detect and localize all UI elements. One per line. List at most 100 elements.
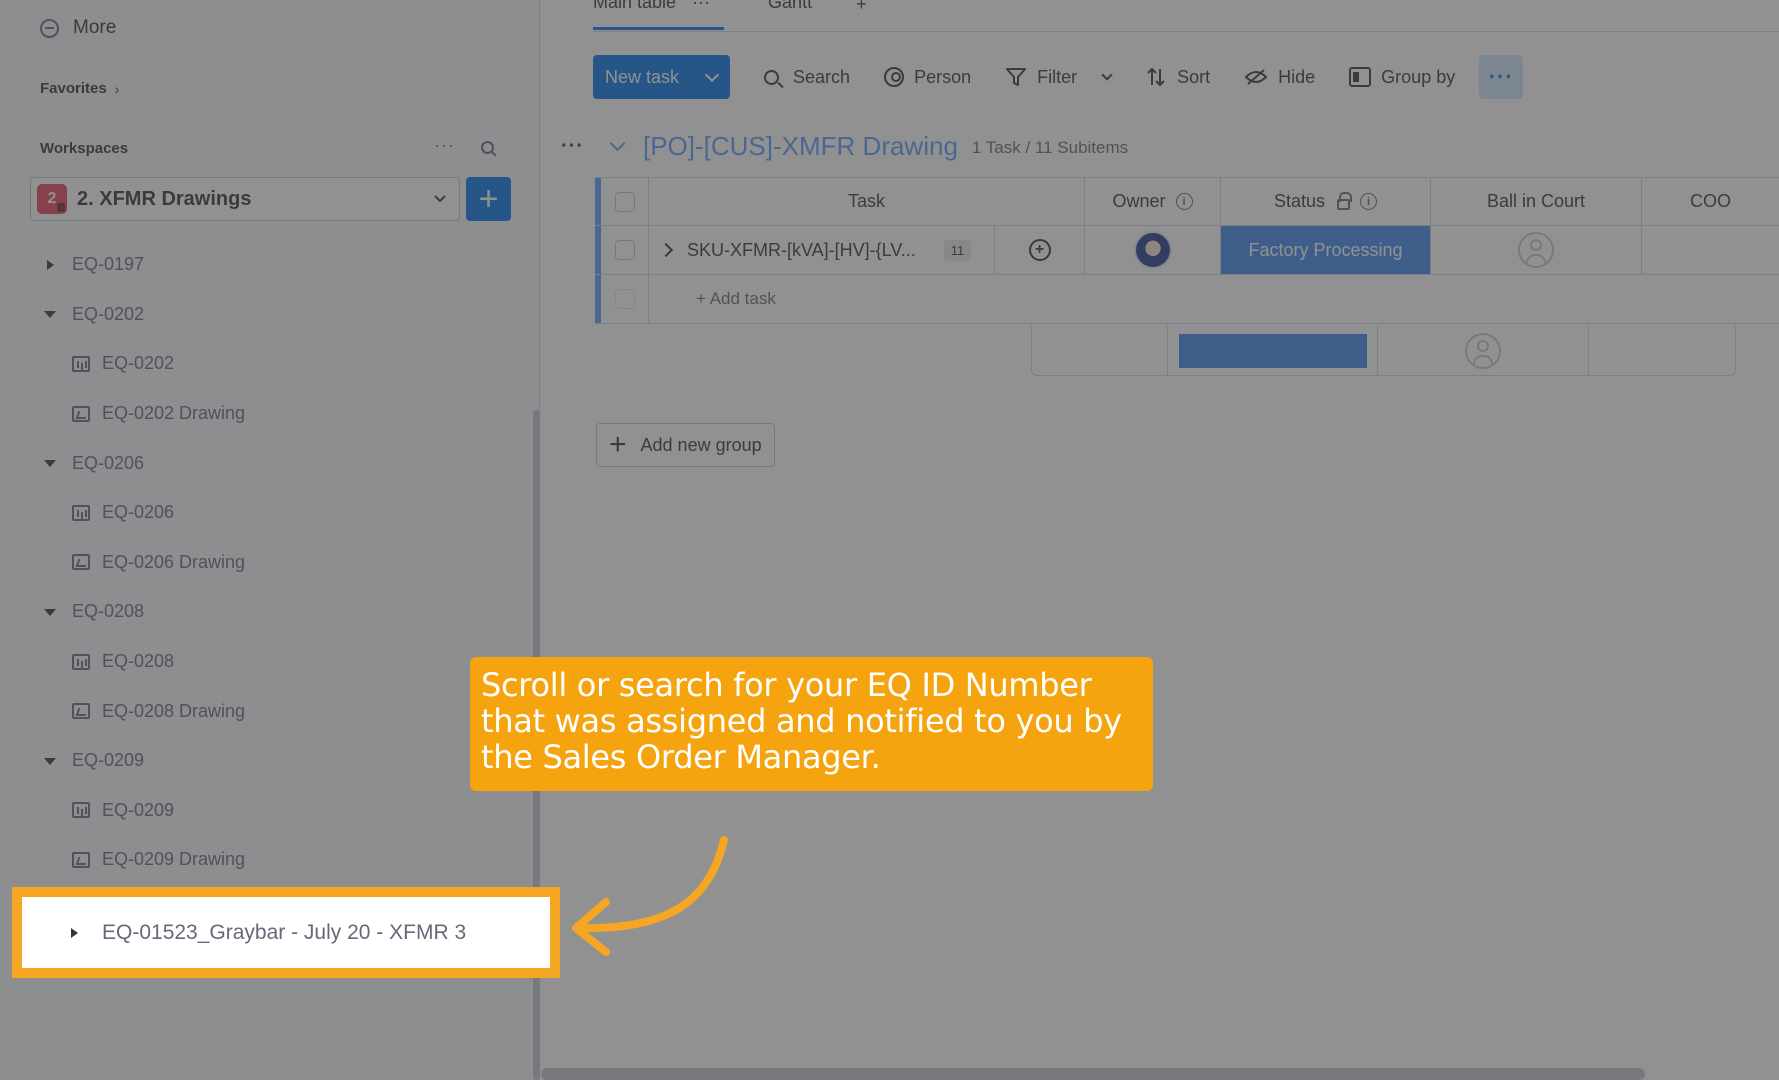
add-task-checkbox [614,289,635,309]
tree-item-label: EQ-0208 Drawing [102,700,246,721]
workspace-options-icon[interactable]: ··· [434,135,455,156]
expand-subitems-icon[interactable] [658,242,674,258]
tree-doc[interactable]: EQ-0209 Drawing [0,835,535,885]
highlighted-tree-item-label: EQ-01523_Graybar - July 20 - XFMR 3 [102,920,467,944]
tree-doc[interactable]: EQ-0206 Drawing [0,538,535,588]
filter-button[interactable]: Filter [1005,66,1113,88]
sidebar-more[interactable]: More [40,14,116,42]
caret-down-icon[interactable] [44,457,56,469]
chevron-down-icon[interactable] [1101,69,1113,81]
add-update-icon: + [1028,239,1051,261]
add-view-button[interactable]: + [856,0,867,30]
column-header-task[interactable]: Task [649,178,1085,225]
tree-item-label: EQ-0208 [72,601,145,622]
favorites-section[interactable]: Favorites › [40,80,119,97]
sort-button[interactable]: Sort [1145,66,1210,88]
tab-main-table[interactable]: Main table ··· [593,0,725,30]
chevron-right-icon: › [114,80,120,97]
new-task-button[interactable]: New task [593,55,731,99]
doc-icon [72,554,90,571]
tab-main-table-label: Main table [593,0,677,12]
subitems-count-badge[interactable]: 11 [943,239,972,261]
task-name[interactable]: SKU-XFMR-[kVA]-[HV]-{LV... [687,240,916,261]
new-task-label: New task [593,55,695,99]
more-options-button[interactable]: ··· [1479,55,1524,99]
avatar[interactable] [1133,231,1172,269]
plus-icon: + [856,0,867,14]
callout-line-1: Scroll or search for your EQ ID Number [481,666,1092,704]
tab-menu-icon[interactable]: ··· [692,0,710,13]
group-title[interactable]: [PO]-[CUS]-XMFR Drawing [643,131,958,162]
ball-in-court-cell[interactable] [1431,226,1642,274]
column-header-owner[interactable]: Owner i [1085,178,1221,225]
table-row[interactable]: SKU-XFMR-[kVA]-[HV]-{LV... 11 + Factory … [595,225,1779,275]
tree-doc[interactable]: EQ-0202 Drawing [0,389,535,439]
task-name-group: SKU-XFMR-[kVA]-[HV]-{LV... 11 [658,239,972,261]
tree-doc[interactable]: EQ-0208 Drawing [0,686,535,736]
tab-gantt-label: Gantt [768,0,813,12]
callout-arrow-icon [572,836,728,956]
highlighted-tree-item-content: EQ-01523_Graybar - July 20 - XFMR 3 [32,897,466,968]
add-new-group-button[interactable]: + Add new group [596,423,775,467]
board-horizontal-scrollbar[interactable] [541,1068,1645,1080]
hide-button[interactable]: Hide [1244,67,1315,88]
select-all-checkbox[interactable] [614,191,635,212]
empty-person-icon [1518,232,1554,268]
task-cell[interactable]: SKU-XFMR-[kVA]-[HV]-{LV... 11 + [649,225,1085,275]
search-icon [764,69,780,85]
owner-cell[interactable] [1085,226,1221,274]
group-count: 1 Task / 11 Subitems [971,138,1129,157]
tree-item-label: EQ-0206 [102,502,175,523]
group-menu-icon[interactable]: ··· [561,135,584,158]
empty-person-icon [1465,332,1501,369]
caret-right-icon[interactable] [68,927,80,939]
caret-down-icon[interactable] [44,308,56,320]
doc-icon [72,405,90,422]
add-workspace-item-button[interactable]: + [466,177,511,221]
filter-label: Filter [1037,66,1078,87]
workspaces-label: Workspaces [40,140,129,157]
highlighted-tree-item[interactable]: EQ-01523_Graybar - July 20 - XFMR 3 [12,887,560,978]
search-button[interactable]: Search [764,67,850,88]
coo-cell[interactable] [1642,226,1779,274]
person-filter-button[interactable]: Person [884,67,971,88]
tree-folder[interactable]: EQ-0197 [0,240,535,290]
group-by-button[interactable]: Group by [1349,67,1455,88]
more-icon [40,18,59,38]
callout-line-3: the Sales Order Manager. [481,738,881,776]
caret-right-icon[interactable] [44,259,56,271]
tree-board[interactable]: EQ-0209 [0,786,535,836]
tree-item-label: EQ-0197 [72,254,145,275]
tree-board[interactable]: EQ-0202 [0,339,535,389]
column-header-status[interactable]: Status i [1221,178,1431,225]
tree-folder[interactable]: EQ-0202 [0,290,535,340]
status-label: Factory Processing [1221,226,1430,274]
sort-label: Sort [1177,66,1211,87]
add-task-row[interactable]: + Add task [595,275,1779,324]
tree-board[interactable]: EQ-0208 [0,637,535,687]
tree-folder[interactable]: EQ-0209 [0,736,535,786]
caret-down-icon[interactable] [44,755,56,767]
updates-cell[interactable]: + [994,225,1084,275]
workspace-search-icon[interactable] [480,140,498,158]
chevron-down-icon[interactable] [694,74,730,80]
column-header-coo[interactable]: COO [1642,178,1779,225]
workspace-badge: 2 [37,184,67,214]
tree-item-label: EQ-0202 [102,353,175,374]
group-by-icon [1349,67,1372,87]
info-icon[interactable]: i [1175,193,1193,210]
tab-gantt[interactable]: Gantt [768,0,812,30]
workspace-selector[interactable]: 2 2. XFMR Drawings [30,177,460,221]
add-task-input[interactable]: + Add task [649,275,776,323]
chevron-down-icon[interactable] [609,135,626,151]
status-cell[interactable]: Factory Processing [1221,226,1431,274]
status-summary-bar [1178,333,1367,368]
row-checkbox[interactable] [614,240,635,260]
tree-folder[interactable]: EQ-0208 [0,587,535,637]
callout-line-2: that was assigned and notified to you by [481,702,1122,740]
tree-folder[interactable]: EQ-0206 [0,438,535,488]
tree-board[interactable]: EQ-0206 [0,488,535,538]
caret-down-icon[interactable] [44,606,56,618]
info-icon[interactable]: i [1360,193,1378,210]
column-header-ball-in-court[interactable]: Ball in Court [1431,178,1642,225]
